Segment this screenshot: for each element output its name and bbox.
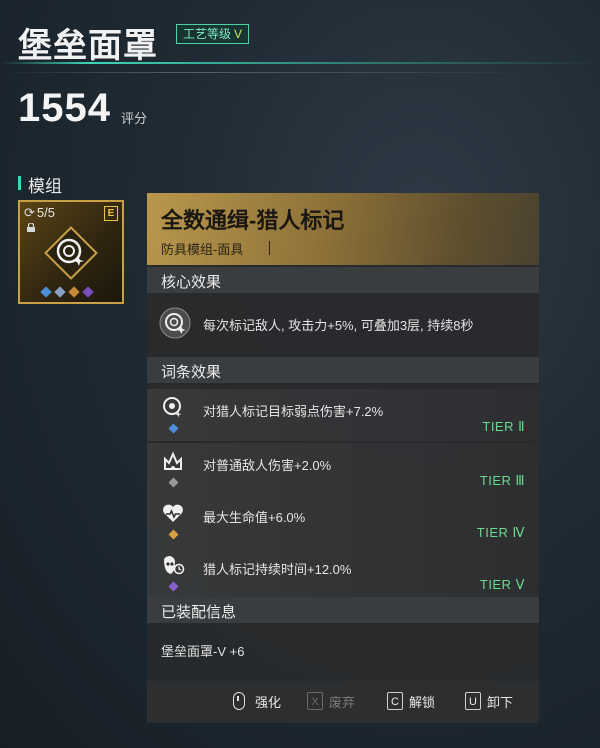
section-marker [18, 176, 21, 190]
affix-text: 猎人标记持续时间+12.0% [203, 562, 352, 577]
accent-divider-thin [0, 72, 600, 73]
heart-pulse-icon [163, 504, 183, 522]
module-name: 全数通缉-猎人标记 [161, 208, 345, 233]
item-title: 堡垒面罩 [18, 27, 158, 65]
affix-row: 猎人标记持续时间+12.0% TIER Ⅴ [147, 547, 539, 599]
gem-indicator [82, 286, 94, 298]
equip-info-title: 已装配信息 [161, 604, 237, 621]
score-value: 1554 [18, 86, 111, 130]
subtitle-divider [269, 241, 270, 255]
equip-info-header: 已装配信息 [147, 597, 539, 623]
core-effect-row: 每次标记敌人, 攻击力+5%, 可叠加3层, 持续8秒 [147, 293, 539, 353]
core-effect-title: 核心效果 [161, 274, 222, 291]
affix-row: 对猎人标记目标弱点伤害+7.2% TIER Ⅱ [147, 389, 539, 441]
discard-key: X [307, 692, 323, 710]
slot-count-value: 5/5 [36, 205, 55, 220]
unlock-key: C [387, 692, 403, 710]
unequip-key: U [465, 692, 481, 710]
module-detail-card: 全数通缉-猎人标记 防具模组-面具 核心效果 每次标记敌人, 攻击力+5%, 可… [147, 193, 539, 723]
target-mark-icon [163, 397, 182, 418]
enhance-label: 强化 [255, 694, 282, 710]
action-bar: 强化 X 废弃 C 解锁 U 卸下 [147, 681, 539, 723]
mask-clock-icon [164, 556, 185, 575]
module-type: 防具模组-面具 [161, 242, 244, 257]
enhance-button[interactable]: 强化 [233, 691, 281, 711]
accent-divider [0, 62, 600, 64]
affix-tier: TIER Ⅲ [479, 473, 525, 488]
affix-text: 最大生命值+6.0% [203, 510, 306, 525]
affix-tier: TIER Ⅳ [476, 525, 525, 540]
affix-text: 对普通敌人伤害+2.0% [203, 458, 332, 473]
craft-level-label: 工艺等级 [183, 27, 232, 41]
hunter-mark-emblem-icon [44, 226, 98, 280]
lock-icon [27, 223, 35, 232]
affix-gem [168, 423, 179, 434]
module-slot[interactable]: ⟳ 5/5 E [18, 200, 124, 304]
unequip-label: 卸下 [487, 694, 514, 710]
affix-gem [168, 529, 179, 540]
affix-gem [168, 581, 179, 592]
discard-button[interactable]: X 废弃 [307, 691, 355, 711]
affix-gem [168, 477, 179, 488]
equip-info-text: 堡垒面罩-V +6 [161, 644, 245, 659]
flame-crown-icon [164, 451, 182, 470]
craft-level-value: V [234, 27, 243, 41]
affix-header: 词条效果 [147, 357, 539, 383]
hunter-mark-icon [159, 307, 191, 339]
unequip-button[interactable]: U 卸下 [465, 691, 513, 711]
unlock-label: 解锁 [409, 694, 436, 710]
craft-level-badge: 工艺等级 V [176, 24, 250, 44]
affix-row: 对普通敌人伤害+2.0% TIER Ⅲ [147, 443, 539, 495]
module-section-title: 模组 [28, 177, 62, 196]
gem-indicator [54, 286, 66, 298]
slot-count: ⟳ 5/5 [24, 205, 55, 221]
affix-tier: TIER Ⅴ [479, 577, 525, 592]
affix-tier: TIER Ⅱ [482, 419, 525, 434]
unlock-button[interactable]: C 解锁 [387, 691, 435, 711]
core-effect-header: 核心效果 [147, 267, 539, 293]
mouse-click-icon [233, 692, 245, 710]
cycle-icon: ⟳ [24, 205, 35, 220]
score-label: 评分 [121, 111, 148, 126]
gem-row [40, 286, 94, 298]
card-header: 全数通缉-猎人标记 防具模组-面具 [147, 193, 539, 265]
affix-title: 词条效果 [161, 364, 222, 381]
core-effect-text: 每次标记敌人, 攻击力+5%, 可叠加3层, 持续8秒 [203, 318, 474, 333]
affix-text: 对猎人标记目标弱点伤害+7.2% [203, 404, 384, 419]
rarity-badge: E [104, 206, 118, 221]
affix-row: 最大生命值+6.0% TIER Ⅳ [147, 495, 539, 547]
gem-indicator [40, 286, 52, 298]
gem-indicator [68, 286, 80, 298]
discard-label: 废弃 [329, 694, 356, 710]
